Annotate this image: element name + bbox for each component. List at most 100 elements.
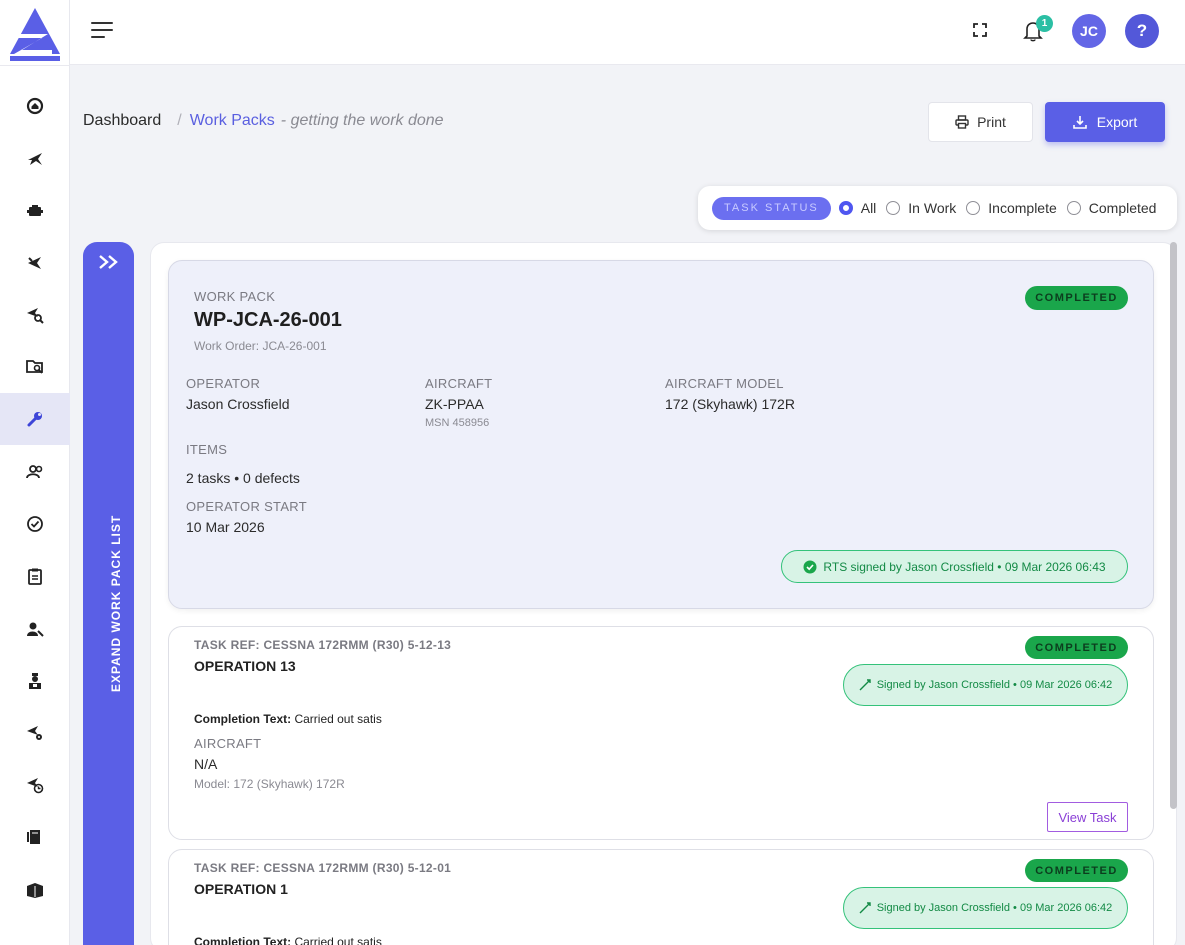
signed-text: Signed by Jason Crossfield • 09 Mar 2026… [876, 902, 1113, 914]
check-circle-filled-icon [803, 560, 817, 573]
check-circle-icon [27, 516, 43, 532]
completion-value: Carried out satis [294, 712, 382, 726]
msn-value: MSN 458956 [425, 417, 490, 429]
items-value: 2 tasks • 0 defects [186, 470, 300, 486]
plane-icon [28, 153, 42, 165]
sidebar-item-plane-location[interactable] [0, 707, 70, 759]
signed-text: Signed by Jason Crossfield • 09 Mar 2026… [876, 679, 1113, 691]
printer-icon [955, 115, 969, 129]
sidebar-item-library[interactable] [0, 864, 70, 916]
rts-signed-text: RTS signed by Jason Crossfield • 09 Mar … [823, 559, 1106, 574]
view-task-button[interactable]: View Task [1047, 802, 1128, 832]
status-badge: COMPLETED [1025, 636, 1128, 659]
sidebar [0, 0, 70, 945]
plane-search-icon [27, 308, 44, 324]
clipboard-icon [28, 568, 42, 585]
task-title: OPERATION 13 [194, 658, 296, 674]
radio-icon[interactable] [966, 201, 981, 215]
plane-location-icon [27, 726, 42, 740]
filter-option-label: Completed [1088, 200, 1157, 216]
operator-value: Jason Crossfield [186, 396, 290, 412]
task-title: OPERATION 1 [194, 881, 288, 897]
users-icon [26, 465, 43, 479]
filter-option-completed[interactable]: Completed [1066, 200, 1157, 216]
sidebar-item-home[interactable] [0, 80, 70, 132]
scrollbar[interactable] [1170, 242, 1177, 809]
menu-toggle-icon[interactable] [91, 22, 113, 40]
filter-option-in-work[interactable]: In Work [886, 200, 956, 216]
sidebar-item-clipboard[interactable] [0, 550, 70, 602]
breadcrumb-dashboard[interactable]: Dashboard [83, 112, 161, 130]
task-ref: TASK REF: CESSNA 172RMM (R30) 5-12-13 [194, 638, 452, 652]
sidebar-divider [0, 65, 70, 66]
page-subtitle: - getting the work done [280, 112, 444, 129]
radio-icon[interactable] [1066, 201, 1081, 215]
completion-text: Completion Text: Carried out satis [194, 712, 382, 726]
sidebar-item-flights[interactable] [0, 133, 70, 185]
double-chevron-right-icon [99, 255, 118, 269]
sidebar-item-plane-schedule[interactable] [0, 759, 70, 811]
aircraft-value: ZK-PPAA [425, 396, 484, 412]
notification-badge: 1 [1036, 15, 1053, 32]
task-status-tag: TASK STATUS [712, 196, 831, 220]
sidebar-item-users[interactable] [0, 446, 70, 498]
book-icon [27, 883, 43, 898]
engine-icon [27, 205, 43, 216]
logo[interactable] [8, 6, 62, 62]
task-card: TASK REF: CESSNA 172RMM (R30) 5-12-01 OP… [168, 849, 1154, 945]
engineer-icon [29, 673, 41, 689]
folder-search-icon [26, 360, 43, 374]
completion-label: Completion Text: [194, 935, 292, 945]
fullscreen-icon[interactable] [973, 23, 987, 37]
download-icon [1072, 116, 1087, 129]
sidebar-item-documents[interactable] [0, 341, 70, 393]
task-card: TASK REF: CESSNA 172RMM (R30) 5-12-13 OP… [168, 626, 1154, 840]
avatar[interactable]: JC [1072, 14, 1106, 48]
help-button[interactable]: ? [1125, 14, 1159, 48]
task-ref: TASK REF: CESSNA 172RMM (R30) 5-12-01 [194, 861, 452, 875]
user-key-icon [27, 622, 44, 637]
manual-icon [27, 830, 40, 844]
sidebar-item-manuals[interactable] [0, 811, 70, 863]
radio-selected-icon[interactable] [838, 201, 853, 215]
pen-icon [859, 902, 871, 914]
topbar: 1 JC ? [70, 0, 1185, 65]
print-button[interactable]: Print [928, 102, 1033, 142]
breadcrumb: Dashboard / Work Packs - getting the wor… [83, 112, 444, 130]
aircraft-label: AIRCRAFT [425, 376, 493, 391]
plane-check-icon [28, 257, 41, 269]
filter-option-incomplete[interactable]: Incomplete [966, 200, 1057, 216]
completion-label: Completion Text: [194, 712, 292, 726]
filter-option-label: In Work [908, 200, 957, 216]
work-pack-label: WORK PACK [194, 289, 276, 304]
aircraft-value: N/A [194, 756, 218, 772]
task-status-filter: TASK STATUS All In Work Incomplete Compl… [698, 186, 1177, 230]
expand-tab-label: EXPAND WORK PACK LIST [109, 514, 123, 692]
sidebar-item-engineers[interactable] [0, 655, 70, 707]
breadcrumb-work-packs[interactable]: Work Packs [190, 112, 275, 130]
wrench-icon [27, 412, 42, 427]
sidebar-item-engines[interactable] [0, 185, 70, 237]
aircraft-label: AIRCRAFT [194, 736, 262, 751]
radio-icon[interactable] [886, 201, 901, 215]
sidebar-item-work-packs[interactable] [0, 393, 70, 445]
work-order: Work Order: JCA-26-001 [194, 339, 327, 353]
aircraft-model-value: 172 (Skyhawk) 172R [665, 396, 795, 412]
sidebar-item-plane-check[interactable] [0, 237, 70, 289]
sidebar-item-user-access[interactable] [0, 603, 70, 655]
sidebar-item-checks[interactable] [0, 498, 70, 550]
filter-option-all[interactable]: All [838, 200, 877, 216]
filter-option-label: All [860, 200, 877, 216]
operator-start-value: 10 Mar 2026 [186, 519, 265, 535]
completion-value: Carried out satis [294, 935, 382, 945]
aircraft-model-label: AIRCRAFT MODEL [665, 376, 784, 391]
breadcrumb-separator: / [177, 112, 182, 129]
expand-work-pack-list-tab[interactable]: EXPAND WORK PACK LIST [83, 242, 134, 945]
rts-signed-badge: RTS signed by Jason Crossfield • 09 Mar … [781, 550, 1128, 583]
sidebar-item-plane-search[interactable] [0, 289, 70, 341]
export-button[interactable]: Export [1045, 102, 1165, 142]
status-badge: COMPLETED [1025, 859, 1128, 882]
export-label: Export [1096, 114, 1138, 130]
home-icon [26, 97, 44, 115]
items-label: ITEMS [186, 442, 228, 457]
